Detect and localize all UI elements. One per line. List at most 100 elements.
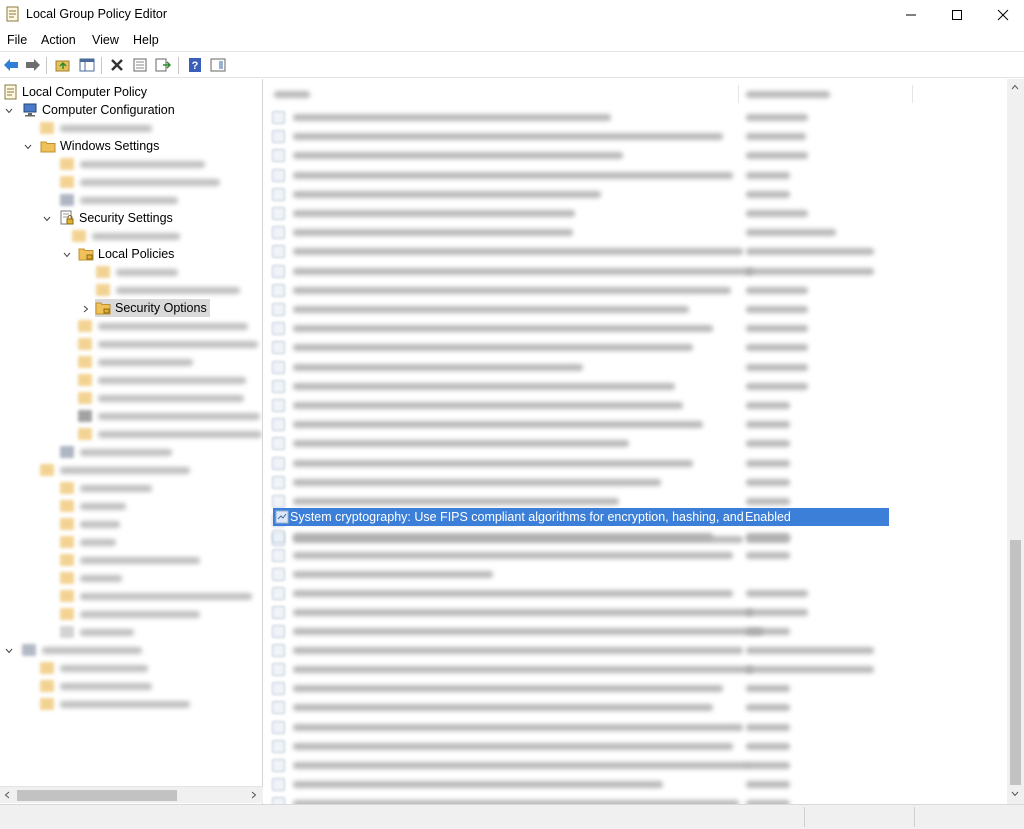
tree-node-blurred[interactable] <box>60 479 152 497</box>
tree-horizontal-scrollbar[interactable] <box>0 786 263 803</box>
action-pane-button[interactable] <box>209 56 227 74</box>
policy-row[interactable] <box>272 641 888 660</box>
tree-node-blurred[interactable] <box>40 461 190 479</box>
policy-row[interactable] <box>272 166 888 185</box>
tree-node-blurred[interactable] <box>40 677 152 695</box>
back-button[interactable] <box>2 56 20 74</box>
scrollbar-thumb[interactable] <box>1010 540 1021 785</box>
tree-node-blurred[interactable] <box>60 623 134 641</box>
tree-node-blurred[interactable] <box>78 335 258 353</box>
tree-node-security-settings[interactable]: Security Settings <box>59 209 173 227</box>
scrollbar-thumb[interactable] <box>17 790 177 801</box>
tree-node-blurred[interactable] <box>60 155 205 173</box>
list-vertical-scrollbar[interactable] <box>1007 79 1024 804</box>
policy-row[interactable] <box>272 546 888 565</box>
tree-node-blurred[interactable] <box>60 497 126 515</box>
tree-node-blurred[interactable] <box>60 191 178 209</box>
expand-local-policies[interactable] <box>62 250 72 260</box>
policy-row[interactable] <box>272 756 888 775</box>
expand-user-config[interactable] <box>4 646 14 656</box>
tree-node-blurred[interactable] <box>40 119 152 137</box>
policy-row[interactable] <box>272 660 888 679</box>
policy-row[interactable] <box>272 698 888 717</box>
policy-row-selected[interactable]: System cryptography: Use FIPS compliant … <box>273 508 889 526</box>
expand-windows-settings[interactable] <box>23 142 33 152</box>
tree-node-blurred[interactable] <box>78 425 262 443</box>
policy-row[interactable] <box>272 415 888 434</box>
tree-node-local-computer-policy[interactable]: Local Computer Policy <box>4 83 147 101</box>
tree-node-blurred[interactable] <box>60 515 120 533</box>
column-header-security-setting[interactable] <box>742 83 912 107</box>
policy-row[interactable] <box>272 319 888 338</box>
tree-node-blurred[interactable] <box>40 695 190 713</box>
forward-button[interactable] <box>24 56 42 74</box>
policy-row[interactable] <box>272 127 888 146</box>
tree-node-blurred[interactable] <box>78 353 193 371</box>
tree-node-blurred[interactable] <box>60 533 116 551</box>
expand-computer-config[interactable] <box>4 106 14 116</box>
delete-button[interactable] <box>108 56 126 74</box>
tree-node-blurred[interactable] <box>78 407 260 425</box>
policy-row[interactable] <box>272 338 888 357</box>
policy-row[interactable] <box>272 737 888 756</box>
tree-node-blurred[interactable] <box>60 587 252 605</box>
policy-row[interactable] <box>272 565 888 584</box>
show-hide-tree-button[interactable] <box>78 56 96 74</box>
maximize-button[interactable] <box>934 0 980 30</box>
tree-node-blurred[interactable] <box>78 371 246 389</box>
scroll-down-icon[interactable] <box>1011 791 1019 797</box>
tree-node-blurred[interactable] <box>96 263 178 281</box>
policy-row[interactable] <box>272 262 888 281</box>
policy-row[interactable] <box>272 204 888 223</box>
tree-node-blurred[interactable] <box>60 551 200 569</box>
tree-node-blurred[interactable] <box>40 659 148 677</box>
menu-action[interactable]: Action <box>41 33 76 47</box>
scroll-up-icon[interactable] <box>1011 84 1019 90</box>
policy-row[interactable] <box>272 473 888 492</box>
export-list-button[interactable] <box>154 56 172 74</box>
tree-node-computer-configuration[interactable]: Computer Configuration <box>22 101 175 119</box>
menu-file[interactable]: File <box>7 33 27 47</box>
policy-row[interactable] <box>272 185 888 204</box>
close-button[interactable] <box>980 0 1024 30</box>
policy-row[interactable] <box>272 377 888 396</box>
policy-row[interactable] <box>272 584 888 603</box>
properties-button[interactable] <box>131 56 149 74</box>
policy-row[interactable] <box>272 396 888 415</box>
expand-security-settings[interactable] <box>42 214 52 224</box>
policy-row[interactable] <box>272 679 888 698</box>
scroll-left-icon[interactable] <box>4 791 10 799</box>
tree-node-windows-settings[interactable]: Windows Settings <box>40 137 159 155</box>
tree-node-blurred[interactable] <box>60 605 200 623</box>
policy-row[interactable] <box>272 146 888 165</box>
tree-node-blurred[interactable] <box>60 173 220 191</box>
tree-node-blurred[interactable] <box>64 227 180 245</box>
policy-row[interactable] <box>272 242 888 261</box>
policy-row[interactable] <box>272 622 888 641</box>
policy-row[interactable] <box>272 527 888 546</box>
menu-help[interactable]: Help <box>133 33 159 47</box>
policy-row[interactable] <box>272 223 888 242</box>
scroll-right-icon[interactable] <box>251 791 257 799</box>
policy-row[interactable] <box>272 358 888 377</box>
tree-node-blurred[interactable] <box>96 281 240 299</box>
tree-node-blurred[interactable] <box>60 569 122 587</box>
up-folder-button[interactable] <box>54 56 72 74</box>
help-button[interactable]: ? <box>186 56 204 74</box>
policy-row[interactable] <box>272 434 888 453</box>
policy-row[interactable] <box>272 794 888 804</box>
policy-row[interactable] <box>272 281 888 300</box>
expand-security-options[interactable] <box>81 304 91 314</box>
policy-row[interactable] <box>272 775 888 794</box>
policy-row[interactable] <box>272 454 888 473</box>
tree-node-security-options[interactable]: Security Options <box>95 299 210 317</box>
minimize-button[interactable] <box>888 0 934 30</box>
tree-node-blurred[interactable] <box>22 641 142 659</box>
tree-node-blurred[interactable] <box>60 443 172 461</box>
tree-node-local-policies[interactable]: Local Policies <box>78 245 174 263</box>
policy-row[interactable] <box>272 718 888 737</box>
policy-row[interactable] <box>272 603 888 622</box>
menu-view[interactable]: View <box>92 33 119 47</box>
tree-node-blurred[interactable] <box>78 389 244 407</box>
policy-row[interactable] <box>272 300 888 319</box>
